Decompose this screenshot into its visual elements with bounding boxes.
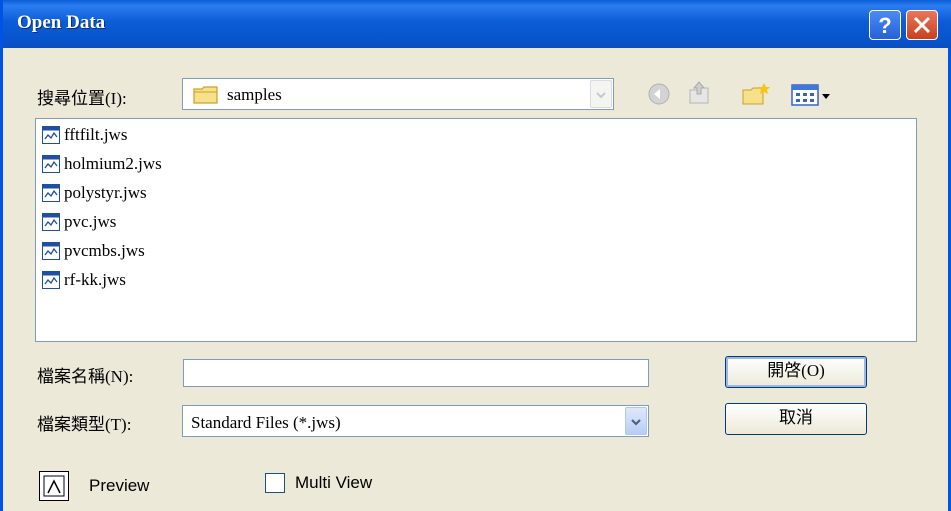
list-item[interactable]: rf-kk.jws [42,268,126,292]
open-data-dialog: Open Data ? 搜尋位置(I): samples fftfilt.jws… [0,0,951,511]
preview-button[interactable] [39,471,69,501]
up-folder-icon[interactable] [687,80,711,106]
jws-file-icon [42,213,60,231]
list-item[interactable]: pvcmbs.jws [42,239,145,263]
list-item[interactable]: fftfilt.jws [42,123,127,147]
help-button[interactable]: ? [869,10,901,40]
multi-view-checkbox[interactable] [265,473,285,493]
folder-icon [193,86,218,104]
help-icon: ? [878,13,891,38]
location-dropdown-button[interactable] [590,80,612,108]
list-item[interactable]: polystyr.jws [42,181,147,205]
multi-view-label[interactable]: Multi View [295,473,372,493]
new-folder-icon[interactable] [741,82,771,106]
location-combo[interactable]: samples [182,78,614,110]
filename-input[interactable] [183,359,649,387]
list-item[interactable]: pvc.jws [42,210,116,234]
file-list[interactable]: fftfilt.jws holmium2.jws polystyr.jws pv… [35,118,917,342]
filename-label: 檔案名稱(N): [37,367,134,386]
filetype-combo[interactable]: Standard Files (*.jws) [182,405,649,437]
preview-icon [43,475,65,497]
filetype-label: 檔案類型(T): [37,415,132,434]
chevron-down-icon [596,92,606,99]
view-menu-button[interactable] [790,82,836,108]
list-item[interactable]: holmium2.jws [42,152,162,176]
view-menu-icon [791,84,830,106]
filetype-value: Standard Files (*.jws) [191,413,341,432]
file-name: polystyr.jws [64,183,147,202]
file-name: rf-kk.jws [64,270,126,289]
file-name: pvc.jws [64,212,117,231]
back-icon[interactable] [647,82,671,106]
file-name: holmium2.jws [64,154,162,173]
preview-label: Preview [89,476,150,495]
close-icon [913,16,931,34]
filetype-dropdown-button[interactable] [625,407,647,435]
location-label: 搜尋位置(I): [37,89,127,108]
jws-file-icon [42,242,60,260]
chevron-down-icon [631,419,641,426]
jws-file-icon [42,184,60,202]
cancel-button[interactable]: 取消 [725,403,867,435]
location-value: samples [227,85,282,104]
open-button[interactable]: 開啓(O) [725,356,867,388]
jws-file-icon [42,126,60,144]
jws-file-icon [42,155,60,173]
svg-text:?: ? [878,13,891,38]
jws-file-icon [42,271,60,289]
file-name: fftfilt.jws [64,125,128,144]
file-name: pvcmbs.jws [64,241,145,260]
title-bar[interactable]: Open Data ? [3,0,951,48]
close-button[interactable] [906,10,938,40]
window-title: Open Data [17,12,106,33]
